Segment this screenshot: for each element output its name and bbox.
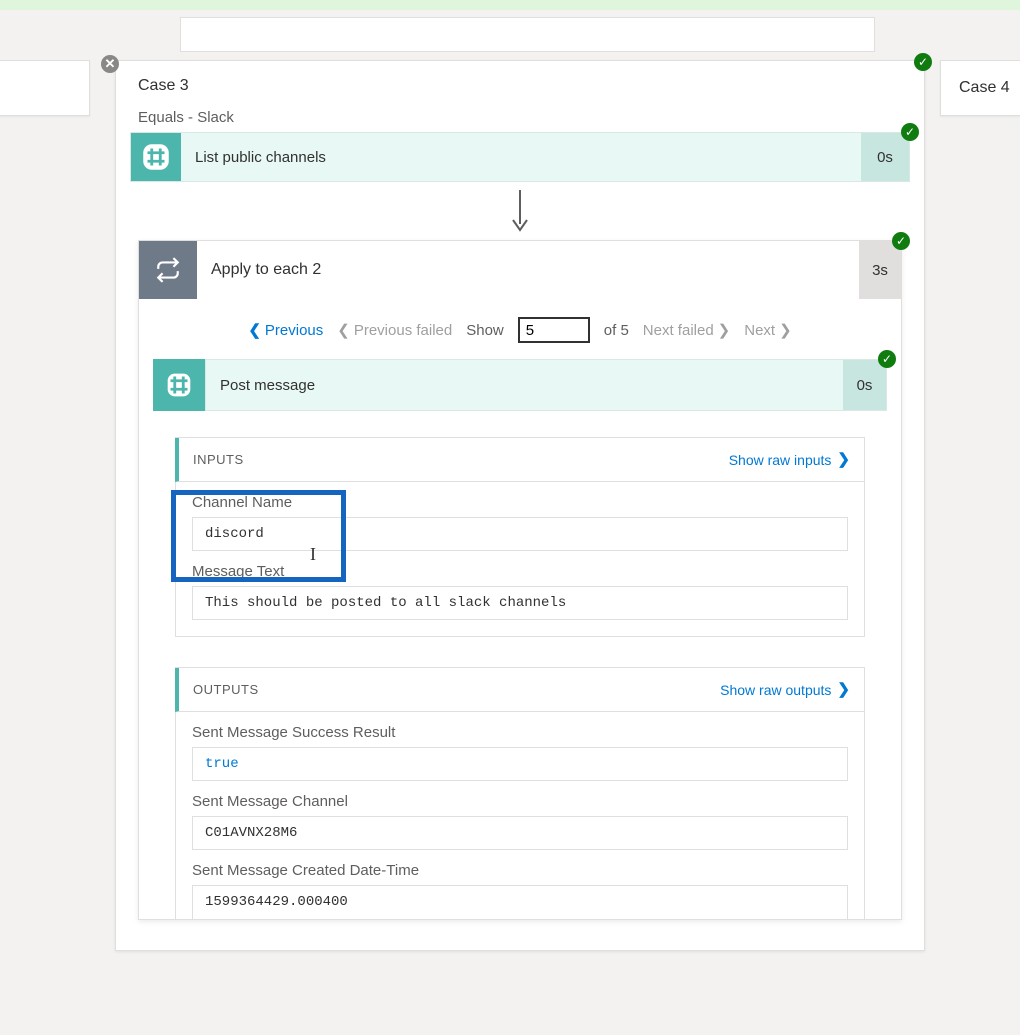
success-value[interactable]: true bbox=[192, 747, 848, 781]
chevron-left-icon: ❮ bbox=[337, 323, 350, 338]
pager-next-failed-label: Next failed bbox=[643, 322, 714, 339]
pager-of-label: of 5 bbox=[604, 322, 629, 339]
outputs-header: OUTPUTS Show raw outputs ❯ bbox=[175, 668, 864, 712]
loop-card: ✓ Apply to each 2 3s ❮ Previous ❮ Pre bbox=[138, 240, 902, 920]
field-success-result: Sent Message Success Result true bbox=[176, 712, 864, 781]
case-title: Case 3 bbox=[116, 61, 924, 109]
slack-icon bbox=[131, 133, 181, 181]
action-duration: 0s bbox=[861, 133, 909, 181]
loop-title: Apply to each 2 bbox=[197, 241, 859, 299]
flow-arrow-icon bbox=[116, 182, 924, 240]
check-icon: ✓ bbox=[914, 53, 932, 71]
loop-header[interactable]: Apply to each 2 3s bbox=[139, 241, 901, 299]
check-icon: ✓ bbox=[901, 123, 919, 141]
field-sent-channel: Sent Message Channel C01AVNX28M6 bbox=[176, 781, 864, 850]
chevron-right-icon: ❯ bbox=[837, 682, 850, 697]
previous-card-bottom bbox=[180, 17, 875, 52]
field-message-text: Message Text This should be posted to al… bbox=[176, 551, 864, 620]
outputs-panel: OUTPUTS Show raw outputs ❯ Sent Message … bbox=[175, 667, 865, 919]
close-icon[interactable]: ✕ bbox=[101, 55, 119, 73]
raw-inputs-label: Show raw inputs bbox=[729, 452, 832, 468]
action-duration: 0s bbox=[843, 359, 887, 411]
case-card-main: ✕ ✓ Case 3 Equals - Slack List public ch… bbox=[115, 60, 925, 951]
success-banner bbox=[0, 0, 1020, 10]
pager-next[interactable]: Next ❯ bbox=[744, 322, 791, 339]
pager-next-failed[interactable]: Next failed ❯ bbox=[643, 322, 730, 339]
pager-previous-failed[interactable]: ❮ Previous failed bbox=[337, 322, 452, 339]
inputs-title: INPUTS bbox=[193, 452, 244, 467]
chevron-right-icon: ❯ bbox=[718, 323, 731, 338]
chevron-right-icon: ❯ bbox=[779, 323, 792, 338]
action-label: List public channels bbox=[181, 133, 861, 181]
pager-show-label: Show bbox=[466, 322, 504, 339]
case-card-right[interactable]: Case 4 ✓ bbox=[940, 60, 1020, 116]
sent-channel-label: Sent Message Channel bbox=[192, 793, 848, 810]
success-label: Sent Message Success Result bbox=[192, 724, 848, 741]
message-text-value[interactable]: This should be posted to all slack chann… bbox=[192, 586, 848, 620]
case-condition: Equals - Slack bbox=[116, 109, 924, 132]
chevron-right-icon: ❯ bbox=[837, 452, 850, 467]
slack-icon bbox=[153, 359, 205, 411]
inputs-panel: INPUTS Show raw inputs ❯ Channel Name di… bbox=[175, 437, 865, 637]
pager-next-label: Next bbox=[744, 322, 775, 339]
created-label: Sent Message Created Date-Time bbox=[192, 862, 848, 879]
pager-current-input[interactable] bbox=[518, 317, 590, 343]
pager-prev-failed-label: Previous failed bbox=[354, 322, 452, 339]
loop-icon bbox=[139, 241, 197, 299]
check-icon: ✓ bbox=[878, 350, 896, 368]
check-icon: ✓ bbox=[892, 232, 910, 250]
show-raw-outputs-link[interactable]: Show raw outputs ❯ bbox=[720, 682, 850, 698]
message-text-label: Message Text bbox=[192, 563, 848, 580]
case-card-left[interactable] bbox=[0, 60, 90, 116]
sent-channel-value[interactable]: C01AVNX28M6 bbox=[192, 816, 848, 850]
pager-prev-label: Previous bbox=[265, 322, 323, 339]
field-channel-name: Channel Name discord bbox=[176, 482, 864, 551]
channel-name-value[interactable]: discord bbox=[192, 517, 848, 551]
pager-previous[interactable]: ❮ Previous bbox=[248, 322, 323, 339]
raw-outputs-label: Show raw outputs bbox=[720, 682, 831, 698]
show-raw-inputs-link[interactable]: Show raw inputs ❯ bbox=[729, 452, 850, 468]
action-post-message[interactable]: Post message 0s bbox=[153, 359, 887, 411]
action-list-channels[interactable]: List public channels 0s bbox=[130, 132, 910, 182]
inputs-header: INPUTS Show raw inputs ❯ bbox=[175, 438, 864, 482]
chevron-left-icon: ❮ bbox=[248, 323, 261, 338]
channel-name-label: Channel Name bbox=[192, 494, 848, 511]
outputs-title: OUTPUTS bbox=[193, 682, 259, 697]
created-value[interactable]: 1599364429.000400 bbox=[192, 885, 848, 919]
field-created-datetime: Sent Message Created Date-Time 159936442… bbox=[176, 850, 864, 919]
loop-duration: 3s bbox=[859, 241, 901, 299]
action-label: Post message bbox=[205, 359, 843, 411]
case-right-title: Case 4 bbox=[959, 79, 1010, 96]
loop-pagination: ❮ Previous ❮ Previous failed Show of 5 N… bbox=[139, 299, 901, 359]
